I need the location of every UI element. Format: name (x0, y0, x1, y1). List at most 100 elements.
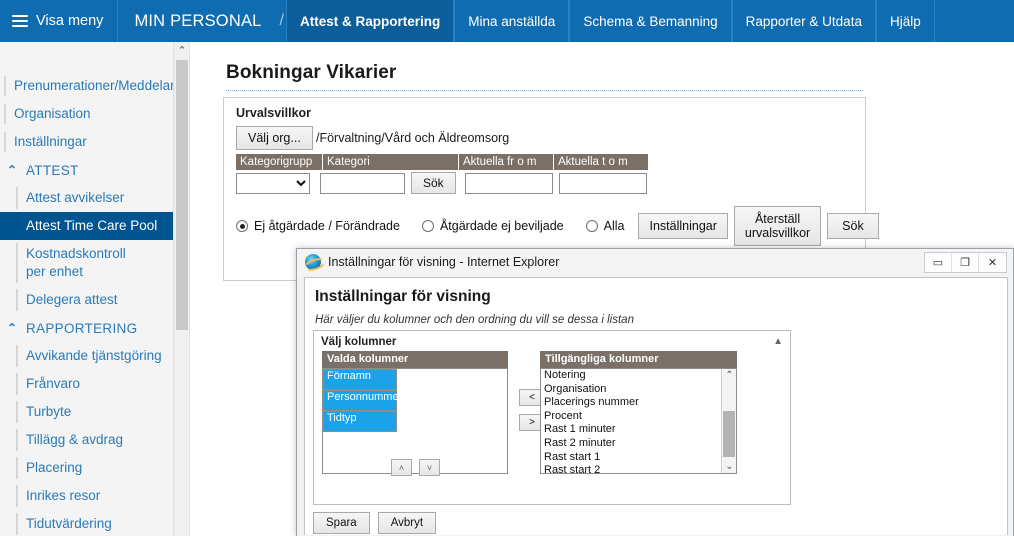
nav-tab-rapporter-utdata[interactable]: Rapporter & Utdata (731, 0, 876, 42)
list-item[interactable]: Organisation (541, 383, 720, 397)
list-item[interactable]: Rast 1 minuter (541, 423, 720, 437)
list-item[interactable]: Placerings nummer (541, 396, 720, 410)
scroll-up-icon[interactable]: ⌃ (722, 370, 736, 381)
list-item[interactable]: Rast start 1 (541, 451, 720, 465)
scrollbar-thumb[interactable] (723, 411, 735, 457)
sidebar-item-organisation[interactable]: Organisation (0, 100, 189, 128)
nav-tab-schema-bemanning[interactable]: Schema & Bemanning (569, 0, 732, 42)
filter-table-header-row: Kategorigrupp Kategori Aktuella fr o m A… (236, 154, 649, 170)
move-down-button[interactable]: ˅ (419, 459, 440, 476)
scroll-down-icon[interactable]: ⌄ (722, 461, 736, 472)
header-kategori: Kategori (323, 154, 458, 170)
brand-title: MIN PERSONAL (134, 11, 262, 30)
radio-atgardade-ej-beviljade[interactable]: Åtgärdade ej beviljade (421, 219, 564, 233)
sidebar-list: Prenumerationer/Meddelan Organisation In… (0, 72, 189, 536)
sidebar-item-prenumerationer[interactable]: Prenumerationer/Meddelan (0, 72, 189, 100)
close-icon[interactable]: ✕ (979, 253, 1006, 272)
sidebar-item-tidutvardering[interactable]: Tidutvärdering (0, 510, 189, 536)
collapse-section-icon[interactable]: ▲ (773, 336, 783, 347)
nav-tab-attest-rapportering[interactable]: Attest & Rapportering (285, 0, 455, 42)
aktuella-fr-om-input[interactable] (464, 172, 553, 194)
hamburger-icon (12, 12, 28, 30)
sidebar-scrollbar-thumb[interactable] (176, 60, 188, 330)
sidebar-item-inrikes-resor[interactable]: Inrikes resor (0, 482, 189, 510)
list-item[interactable]: Förnamn (323, 369, 397, 390)
aktuella-t-om-input[interactable] (558, 172, 647, 194)
header-kategorigrupp: Kategorigrupp (236, 154, 322, 170)
chevron-up-icon: ⌃ (7, 321, 18, 335)
nav-tab-hjalp[interactable]: Hjälp (875, 0, 935, 42)
choose-columns-title: Välj kolumner (321, 336, 397, 348)
kategori-input[interactable] (320, 172, 405, 194)
list-item[interactable]: Notering (541, 369, 720, 383)
radio-label-atgardade-ej-beviljade: Åtgärdade ej beviljade (439, 219, 564, 233)
list-item[interactable]: Personnummer (323, 390, 402, 411)
sidebar-item-attest-time-care-pool[interactable]: Attest Time Care Pool (0, 212, 182, 240)
internet-explorer-icon (305, 254, 321, 270)
nav-tab-mina-anstallda[interactable]: Mina anställda (454, 0, 570, 42)
kategori-search-button[interactable]: Sök (411, 172, 456, 194)
sidebar-group-attest-label: ATTEST (26, 163, 79, 178)
radio-button-icon[interactable] (421, 220, 434, 232)
sidebar-item-installningar[interactable]: Inställningar (0, 128, 189, 156)
top-navigation-bar: Visa meny MIN PERSONAL / Attest & Rappor… (0, 0, 1014, 42)
list-item[interactable]: Tidtyp (323, 411, 397, 432)
settings-dialog-window: Inställningar för visning - Internet Exp… (296, 248, 1014, 536)
radio-label-alla: Alla (603, 219, 625, 233)
sidebar-item-turbyte[interactable]: Turbyte (0, 398, 189, 426)
list-item[interactable]: Procent (541, 410, 720, 424)
sidebar-item-attest-avvikelser[interactable]: Attest avvikelser (0, 184, 189, 212)
menu-toggle-label: Visa meny (36, 13, 104, 29)
sidebar-item-placering[interactable]: Placering (0, 454, 189, 482)
brand-separator: / (279, 12, 284, 29)
dialog-heading: Inställningar för visning (315, 288, 491, 305)
move-up-button[interactable]: ˄ (391, 459, 412, 476)
list-item[interactable]: Rast start 2 (541, 464, 720, 473)
radio-button-icon[interactable] (236, 220, 248, 232)
title-divider (226, 90, 863, 91)
sidebar-group-rapportering[interactable]: ⌃ RAPPORTERING (0, 314, 189, 342)
header-aktuella-t-om: Aktuella t o m (554, 154, 648, 170)
available-columns-listbox[interactable]: Notering Organisation Placerings nummer … (540, 368, 737, 474)
sidebar-item-kostnadskontroll[interactable]: Kostnadskontroll per enhet (0, 240, 150, 286)
scroll-up-icon[interactable]: ⌃ (174, 44, 189, 57)
radio-label-ej-atgardade: Ej åtgärdade / Förändrade (254, 219, 400, 233)
sidebar-item-franvaro[interactable]: Frånvaro (0, 370, 189, 398)
radio-alla[interactable]: Alla (585, 219, 625, 233)
dialog-subtitle: Här väljer du kolumner och den ordning d… (315, 314, 634, 326)
filter-controls-row: Sök (236, 172, 653, 194)
search-button[interactable]: Sök (827, 213, 879, 239)
available-columns-header: Tillgängliga kolumner (540, 351, 737, 368)
choose-columns-panel: Välj kolumner ▲ Valda kolumner Förnamn P… (313, 330, 791, 505)
reset-filters-button[interactable]: Återställ urvalsvillkor (733, 206, 822, 246)
org-path-text: /Förvaltning/Vård och Äldreomsorg (316, 131, 510, 145)
save-button[interactable]: Spara (313, 512, 370, 534)
restore-icon[interactable]: ❐ (952, 253, 979, 272)
menu-toggle-button[interactable]: Visa meny (0, 0, 119, 42)
minimize-icon[interactable]: ▭ (925, 253, 952, 272)
available-columns-scrollbar[interactable]: ⌃ ⌄ (721, 369, 736, 473)
sidebar-item-delegera-attest[interactable]: Delegera attest (0, 286, 189, 314)
selected-columns-options: Förnamn Personnummer Tidtyp (323, 369, 507, 432)
choose-org-button[interactable]: Välj org... (236, 126, 313, 150)
kategorigrupp-select[interactable] (236, 172, 310, 194)
radio-button-icon[interactable] (585, 220, 598, 232)
settings-button[interactable]: Inställningar (638, 213, 728, 239)
sidebar: ‹ Prenumerationer/Meddelan Organisation … (0, 42, 190, 536)
dialog-titlebar[interactable]: Inställningar för visning - Internet Exp… (297, 249, 1013, 275)
list-item[interactable]: Rast 2 minuter (541, 437, 720, 451)
sidebar-item-avvikande-tjanstgoring[interactable]: Avvikande tjänstgöring (0, 342, 189, 370)
cancel-button[interactable]: Avbryt (377, 512, 437, 534)
reorder-buttons: ˄ ˅ (391, 459, 440, 476)
dialog-body: Inställningar för visning Här väljer du … (304, 277, 1008, 535)
sidebar-group-rapportering-label: RAPPORTERING (26, 321, 138, 336)
sidebar-group-attest[interactable]: ⌃ ATTEST (0, 156, 189, 184)
radio-ej-atgardade[interactable]: Ej åtgärdade / Förändrade (236, 219, 400, 233)
selected-columns-header: Valda kolumner (322, 351, 508, 368)
page-title: Bokningar Vikarier (226, 62, 397, 83)
sidebar-item-tillagg-avdrag[interactable]: Tillägg & avdrag (0, 426, 189, 454)
sidebar-scrollbar[interactable]: ⌃ (173, 42, 189, 536)
header-aktuella-fr-om: Aktuella fr o m (459, 154, 553, 170)
available-columns-options: Notering Organisation Placerings nummer … (541, 369, 720, 473)
status-filter-radio-group: Ej åtgärdade / Förändrade Åtgärdade ej b… (236, 206, 885, 246)
